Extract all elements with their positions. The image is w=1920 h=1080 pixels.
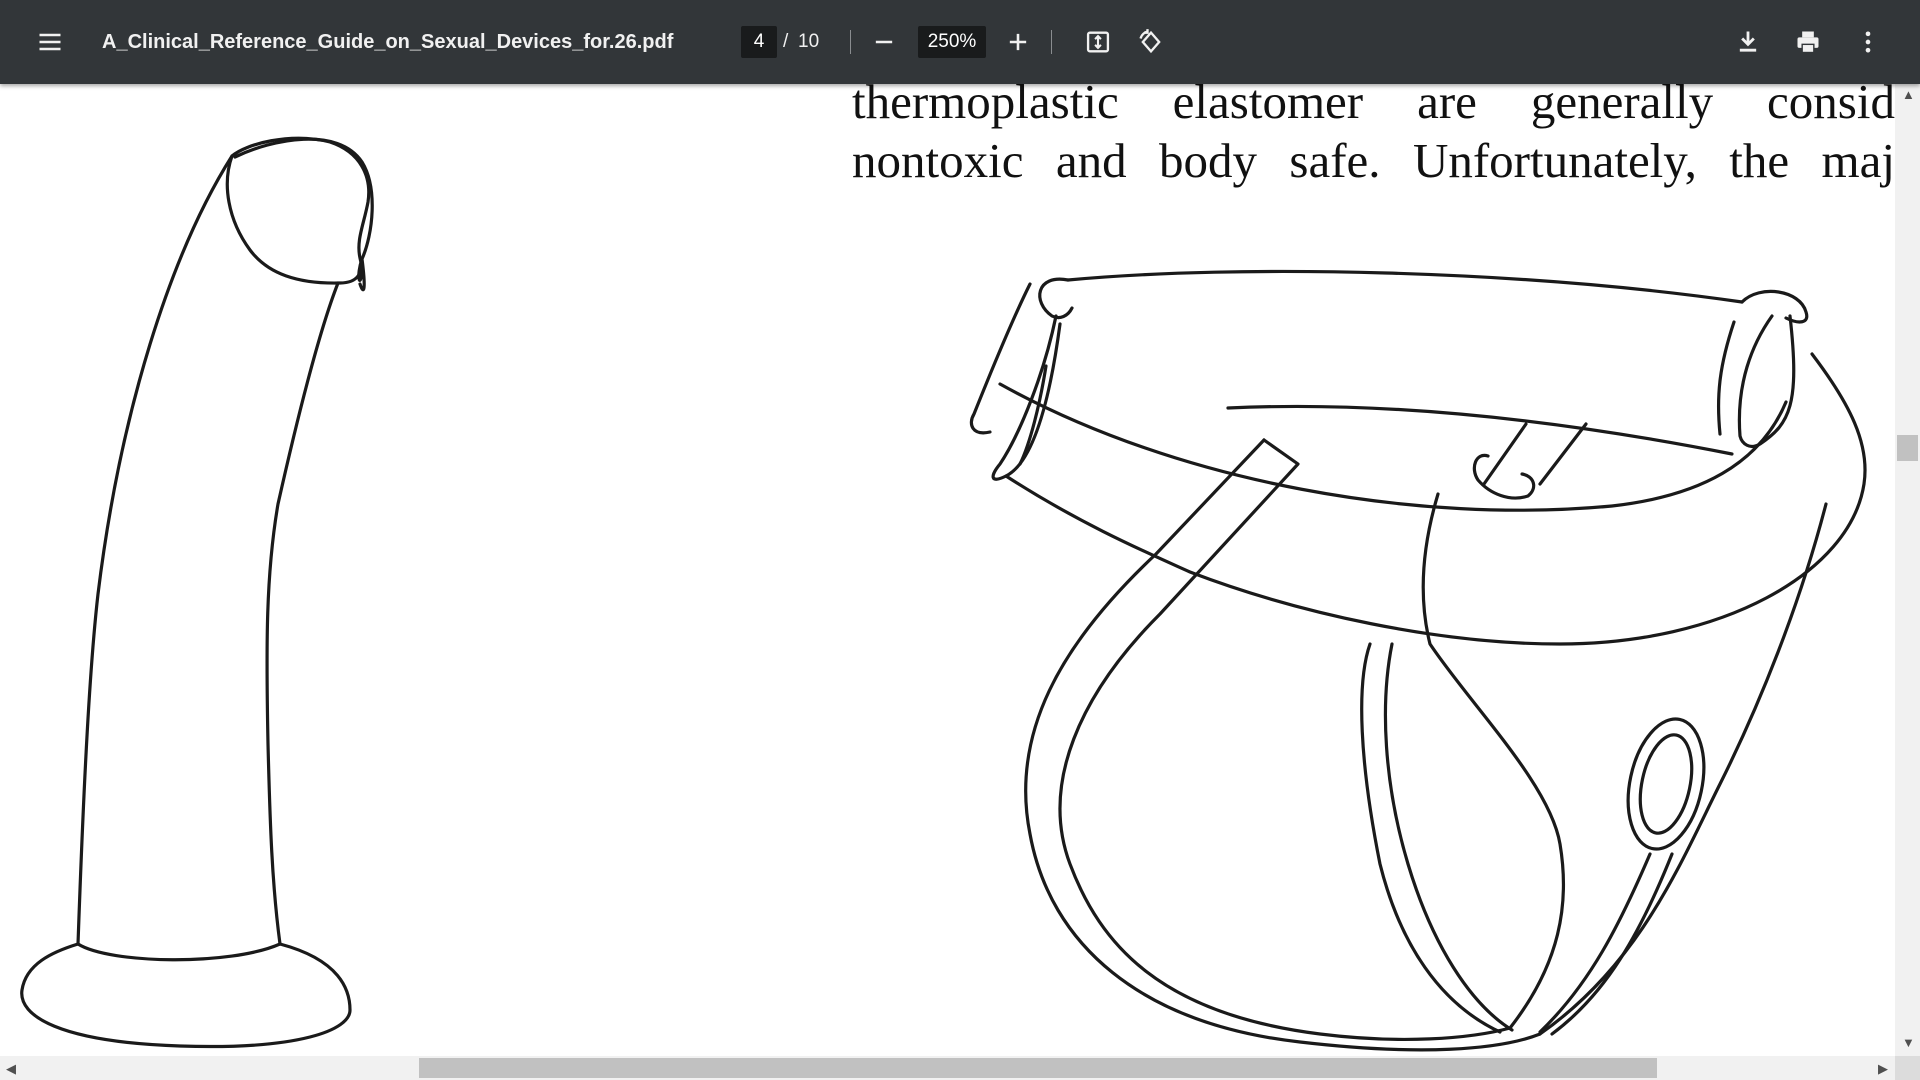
device-illustrations	[20, 136, 1867, 1052]
plus-icon	[1009, 33, 1027, 51]
scrollbar-corner	[1895, 1056, 1920, 1080]
fit-to-page-icon	[1086, 31, 1110, 53]
print-button[interactable]	[1786, 20, 1830, 64]
vertical-scrollbar[interactable]	[1895, 84, 1920, 1056]
toolbar-divider	[850, 30, 851, 54]
page-separator: /	[783, 31, 789, 52]
page-number-input[interactable]: 4	[741, 26, 777, 58]
scroll-down-arrow-icon[interactable]: ▼	[1902, 1036, 1915, 1049]
rotate-counterclockwise-icon	[1139, 29, 1161, 54]
rotate-button[interactable]	[1129, 20, 1173, 64]
zoom-input[interactable]: 250%	[918, 26, 986, 58]
fit-to-page-button[interactable]	[1076, 20, 1120, 64]
print-icon	[1797, 31, 1819, 54]
dildo-illustration	[20, 136, 374, 1049]
download-button[interactable]	[1726, 20, 1770, 64]
download-icon	[1739, 31, 1757, 52]
horizontal-scrollbar-thumb[interactable]	[419, 1058, 1657, 1078]
vertical-scrollbar-thumb[interactable]	[1897, 435, 1918, 461]
harness-illustration	[969, 269, 1867, 1052]
zoom-in-button[interactable]	[996, 20, 1040, 64]
pdf-viewer[interactable]: thermoplastic elastomer are generally co…	[0, 84, 1895, 1056]
menu-button[interactable]	[28, 20, 72, 64]
pdf-toolbar: A_Clinical_Reference_Guide_on_Sexual_Dev…	[0, 0, 1920, 84]
scroll-up-arrow-icon[interactable]: ▲	[1902, 88, 1915, 101]
toolbar-divider	[1051, 30, 1052, 54]
zoom-out-button[interactable]	[862, 20, 906, 64]
minus-icon	[875, 40, 893, 44]
more-vertical-icon	[1865, 31, 1871, 53]
page-total: 10	[798, 31, 820, 52]
scroll-left-arrow-icon[interactable]: ◀	[6, 1062, 16, 1075]
hamburger-menu-icon	[39, 33, 61, 51]
more-actions-button[interactable]	[1846, 20, 1890, 64]
document-title: A_Clinical_Reference_Guide_on_Sexual_Dev…	[102, 30, 674, 53]
scroll-right-arrow-icon[interactable]: ▶	[1878, 1062, 1888, 1075]
